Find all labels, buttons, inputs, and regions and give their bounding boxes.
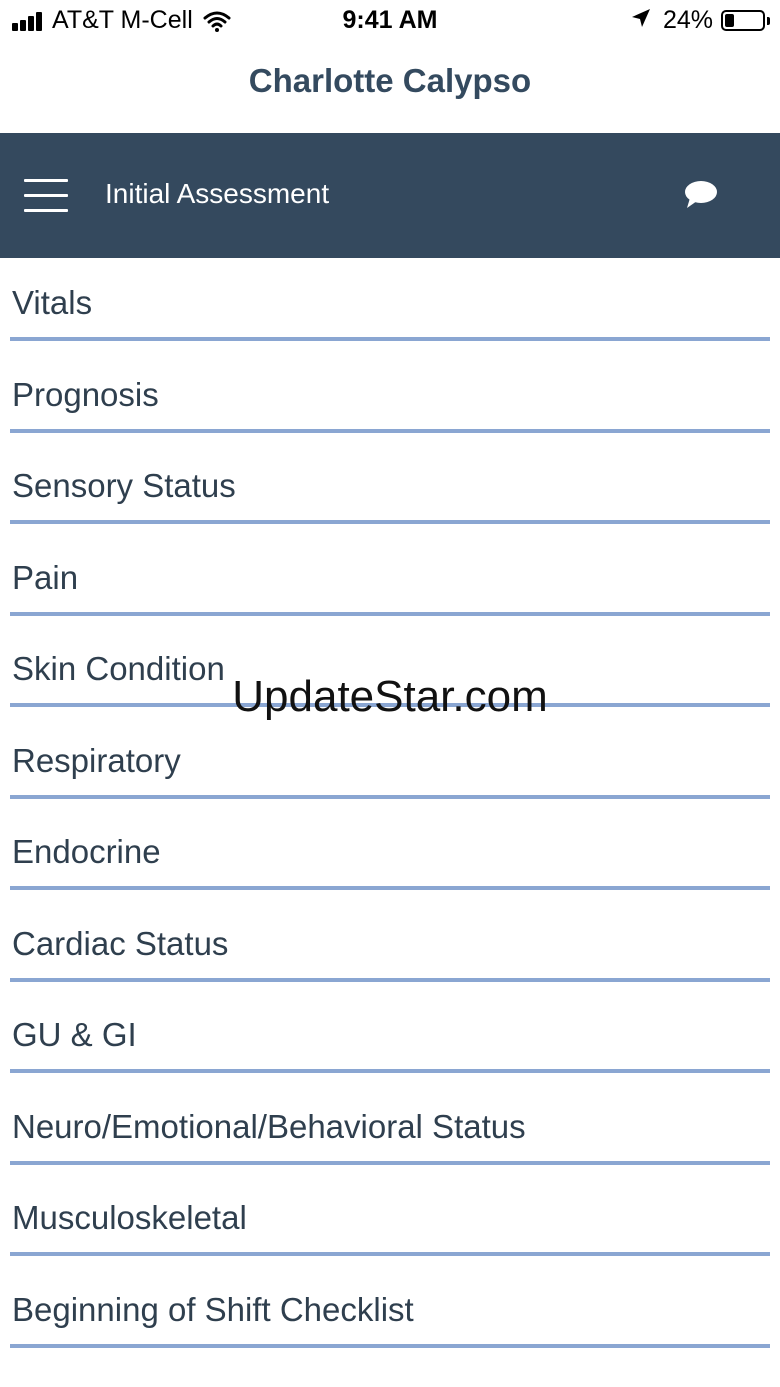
divider [10,794,770,799]
menu-item-neuro-emotional-behavioral-status[interactable]: Neuro/Emotional/Behavioral Status [0,1082,780,1174]
divider [10,1160,770,1165]
divider [10,520,770,524]
menu-item-sensory-status[interactable]: Sensory Status [0,441,780,533]
battery-nub [767,16,770,25]
divider [10,1252,770,1256]
menu-item-label: Sensory Status [12,467,236,504]
divider [10,1069,770,1073]
divider [10,977,770,982]
chat-bubble-icon[interactable] [684,180,718,215]
menu-item-label: Pain [12,558,79,596]
menu-item-label: Skin Condition [12,650,225,687]
divider [10,1343,770,1348]
status-right: 24% [631,6,770,35]
status-bar: AT&T M-Cell 9:41 AM 24% [0,0,780,44]
divider [10,703,770,707]
divider [10,611,770,616]
battery-icon [721,10,765,31]
menu-item-label: Respiratory [12,741,181,779]
menu-item-beginning-of-shift-checklist[interactable]: Beginning of Shift Checklist [0,1265,780,1357]
battery-percent: 24% [662,6,713,34]
menu-item-cardiac-status[interactable]: Cardiac Status [0,899,780,991]
divider [10,886,770,890]
menu-item-gu-gi[interactable]: GU & GI [0,990,780,1082]
menu-item-label: Beginning of Shift Checklist [12,1290,414,1328]
location-arrow-icon [631,6,651,35]
menu-item-prognosis[interactable]: Prognosis [0,350,780,442]
battery-level [725,14,734,27]
menu-item-label: Musculoskeletal [12,1199,247,1236]
menu-item-label: Neuro/Emotional/Behavioral Status [12,1107,526,1145]
menu-item-pain[interactable]: Pain [0,533,780,625]
menu-item-label: Vitals [12,284,93,321]
toolbar: Initial Assessment [0,133,780,258]
menu-item-respiratory[interactable]: Respiratory [0,716,780,808]
menu-item-musculoskeletal[interactable]: Musculoskeletal [0,1173,780,1265]
patient-name: Charlotte Calypso [248,62,532,99]
section-title: Initial Assessment [105,178,330,209]
menu-item-endocrine[interactable]: Endocrine [0,807,780,899]
menu-item-vitals[interactable]: Vitals [0,258,780,350]
menu-item-label: Cardiac Status [12,924,229,962]
menu-item-label: Prognosis [12,375,159,413]
menu-item-skin-condition[interactable]: Skin Condition [0,624,780,716]
hamburger-menu-icon[interactable] [24,179,68,212]
divider [10,337,770,341]
assessment-menu-list: Vitals Prognosis Sensory Status Pain Skin Co… [0,258,780,1356]
menu-item-label: GU & GI [12,1016,137,1053]
divider [10,428,770,433]
menu-item-label: Endocrine [12,833,161,870]
